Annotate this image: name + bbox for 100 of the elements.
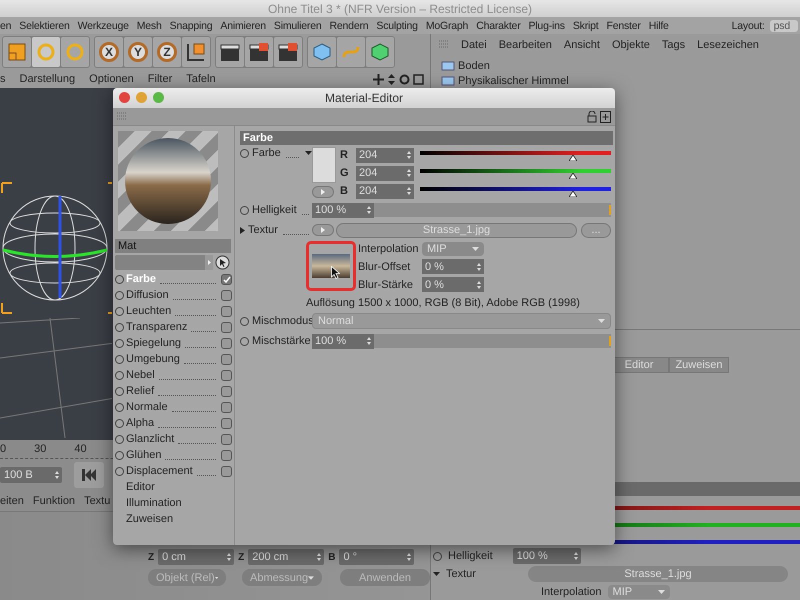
value-field[interactable]: 204 (356, 148, 414, 162)
spinner-arrows-icon[interactable] (407, 187, 411, 195)
channel-item[interactable]: Normale (115, 399, 232, 415)
mix-strength-field[interactable]: 100 % (312, 334, 374, 348)
nurbs-button[interactable] (366, 37, 394, 67)
viewport-menu-item[interactable]: Darstellung (20, 73, 76, 85)
channel-checkbox[interactable] (221, 290, 232, 300)
go-to-start-button[interactable] (74, 462, 104, 488)
axis-lock-button[interactable]: X (95, 37, 123, 67)
new-window-icon[interactable] (600, 110, 611, 122)
menu-item[interactable]: Skript (572, 20, 598, 32)
menu-item[interactable]: Funktion (32, 495, 76, 507)
mix-strength-slider[interactable] (374, 334, 611, 348)
radio-icon[interactable] (240, 206, 249, 214)
channel-checkbox[interactable] (221, 354, 232, 364)
object-item[interactable]: Physikalischer Himmel (441, 73, 800, 88)
channel-item[interactable]: Zuweisen (115, 511, 232, 527)
channel-checkbox[interactable] (221, 322, 232, 332)
channel-item[interactable]: Displacement (115, 463, 232, 479)
coordinate-system-button[interactable] (182, 37, 210, 67)
menu-item[interactable]: Lesezeichen (697, 39, 759, 51)
menu-item[interactable]: Werkzeuge (78, 20, 129, 32)
menu-item[interactable]: Charakter (476, 20, 520, 32)
channel-item[interactable]: Umgebung (115, 351, 232, 367)
channel-item[interactable]: Illumination (115, 495, 232, 511)
channel-checkbox[interactable] (221, 274, 232, 284)
viewport-menu-item[interactable]: Optionen (89, 73, 134, 85)
radio-icon[interactable] (433, 552, 442, 560)
channel-checkbox[interactable] (221, 450, 232, 460)
move-icon[interactable] (373, 74, 384, 84)
spinner-arrows-icon[interactable] (367, 206, 371, 214)
channel-item[interactable]: Glanzlicht (115, 431, 232, 447)
color-swatch[interactable] (312, 147, 336, 183)
menu-item[interactable]: eiten (0, 495, 24, 507)
menu-item[interactable]: Plug-ins (528, 20, 565, 32)
radio-icon[interactable] (240, 316, 249, 326)
expand-button[interactable] (312, 186, 334, 198)
panel-icon[interactable] (413, 74, 424, 84)
spinner-arrows-icon[interactable] (407, 151, 411, 159)
value-field[interactable]: 204 (356, 166, 414, 180)
channel-checkbox[interactable] (221, 402, 232, 412)
channel-checkbox[interactable] (221, 418, 232, 428)
vertical-arrows-icon[interactable] (387, 74, 396, 84)
menu-item[interactable]: Selektieren (19, 20, 70, 32)
render-button[interactable] (245, 37, 273, 67)
frame-field[interactable]: 100 B (0, 467, 62, 483)
menu-item[interactable]: Mesh (136, 20, 162, 32)
spinner-arrows-icon[interactable] (407, 553, 412, 561)
cube-object-button[interactable] (308, 37, 336, 67)
coordinate-field[interactable]: 0 cm (158, 549, 234, 565)
channel-item[interactable]: Alpha (115, 415, 232, 431)
expand-triangle-icon[interactable] (240, 226, 245, 234)
spinner-arrows-icon[interactable] (477, 262, 481, 270)
radio-icon[interactable] (240, 336, 249, 346)
spinner-arrows-icon[interactable] (55, 471, 59, 479)
menu-item[interactable]: Fenster (606, 20, 641, 32)
spinner-arrows-icon[interactable] (227, 553, 232, 561)
menu-item[interactable]: Rendern (330, 20, 368, 32)
brightness-field[interactable]: 100 % (312, 202, 374, 218)
brightness-field[interactable]: 100 % (512, 548, 581, 564)
object-item[interactable]: Boden (441, 58, 800, 73)
channel-checkbox[interactable] (221, 386, 232, 396)
menu-item[interactable]: Tags (662, 39, 686, 51)
menu-item[interactable]: Ansicht (564, 39, 600, 51)
coordinate-field[interactable]: 0 ° (339, 549, 414, 565)
menu-item[interactable]: Snapping (170, 20, 212, 32)
texture-thumbnail[interactable] (306, 241, 356, 291)
color-slider[interactable] (420, 148, 611, 162)
channel-item[interactable]: Diffusion (115, 287, 232, 303)
viewport-menu-item[interactable]: Tafeln (186, 73, 216, 85)
channel-item[interactable]: Transparenz (115, 319, 232, 335)
axis-lock-button[interactable]: Z (153, 37, 181, 67)
menu-item[interactable]: Bearbeiten (498, 39, 552, 51)
channel-checkbox[interactable] (221, 370, 232, 380)
channel-item[interactable]: Spiegelung (115, 335, 232, 351)
render-button[interactable] (274, 37, 302, 67)
viewport-menu-item[interactable]: s (0, 73, 6, 85)
spinner-arrows-icon[interactable] (574, 552, 578, 560)
color-slider[interactable] (420, 184, 611, 198)
value-field[interactable]: 0 % (422, 259, 484, 274)
menu-item[interactable]: Hilfe (648, 20, 669, 32)
channel-checkbox[interactable] (221, 434, 232, 444)
menu-item[interactable]: Sculpting (376, 20, 418, 32)
menu-item[interactable]: Textu (84, 495, 110, 507)
value-field[interactable]: 0 % (422, 277, 484, 292)
layout-dropdown[interactable]: psd (770, 20, 798, 32)
material-name-field[interactable]: Mat (115, 239, 231, 253)
pointer-icon[interactable] (215, 255, 230, 270)
render-button[interactable] (216, 37, 244, 67)
channel-item[interactable]: Nebel (115, 367, 232, 383)
spinner-arrows-icon[interactable] (477, 280, 481, 288)
menu-item[interactable]: Datei (461, 39, 487, 51)
coordinate-field[interactable]: 200 cm (248, 549, 324, 565)
scale-tool-button[interactable] (3, 37, 31, 67)
channel-checkbox[interactable] (221, 338, 232, 348)
lock-icon[interactable] (587, 110, 597, 122)
spinner-arrows-icon[interactable] (407, 169, 411, 177)
menu-item[interactable]: Simulieren (274, 20, 322, 32)
color-slider[interactable] (420, 166, 611, 180)
spinner-arrows-icon[interactable] (367, 337, 371, 345)
